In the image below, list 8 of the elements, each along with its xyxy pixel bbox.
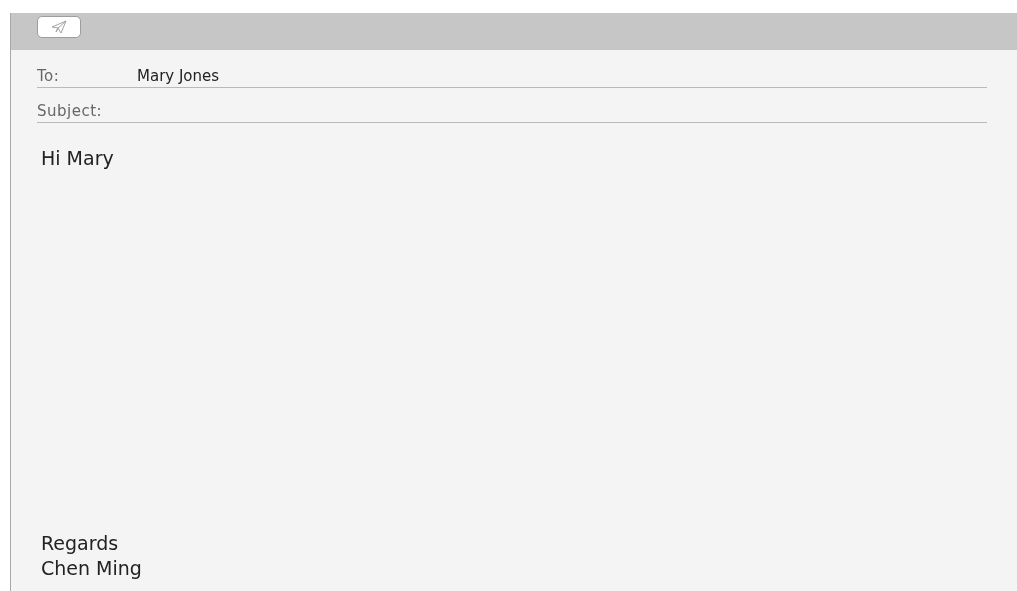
message-text: Hi Mary — [41, 147, 115, 169]
field-label: Subject: — [37, 102, 104, 120]
paper-plane-icon — [51, 19, 67, 34]
field-label: To: — [37, 67, 61, 85]
field-value[interactable]: Mary Jones — [137, 67, 220, 85]
send-button[interactable] — [37, 15, 81, 38]
signature-line: Chen Ming — [41, 556, 143, 581]
signature-line: Regards — [41, 531, 120, 556]
